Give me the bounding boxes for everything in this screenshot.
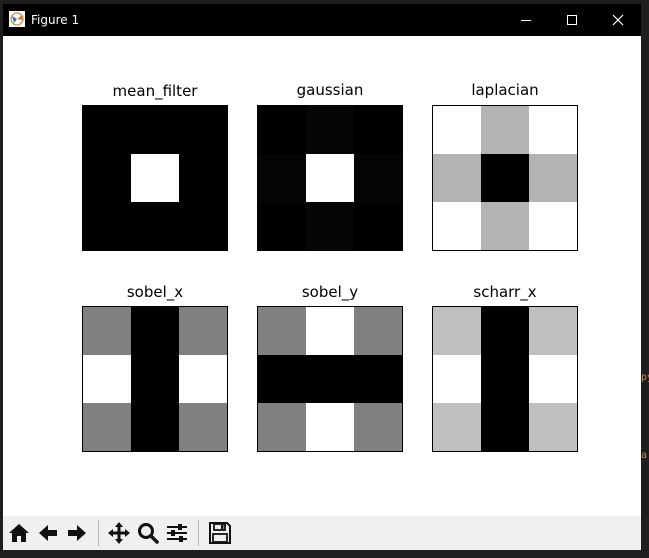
subplot-laplacian bbox=[432, 105, 578, 251]
title-bar[interactable]: Figure 1 bbox=[3, 4, 641, 36]
kernel-cell bbox=[529, 154, 577, 203]
subplot-sobel-y bbox=[257, 306, 403, 452]
kernel-cell bbox=[529, 202, 577, 250]
kernel-cell bbox=[131, 355, 180, 404]
kernel-cell bbox=[131, 154, 180, 203]
pan-icon[interactable] bbox=[105, 518, 133, 548]
kernel-cell bbox=[306, 355, 355, 404]
kernel-cell bbox=[83, 202, 132, 250]
kernel-cell bbox=[83, 403, 132, 451]
subplot-title-gaussian: gaussian bbox=[296, 81, 364, 99]
home-icon[interactable] bbox=[5, 518, 33, 548]
kernel-cell bbox=[258, 106, 307, 155]
toolbar-separator bbox=[198, 520, 199, 546]
kernel-cell bbox=[258, 307, 307, 356]
figure-window: Figure 1 mean_filter gaussian laplacian … bbox=[3, 4, 641, 550]
minimize-button[interactable] bbox=[503, 4, 549, 36]
kernel-cell bbox=[481, 154, 530, 203]
kernel-cell bbox=[529, 307, 577, 356]
kernel-cell bbox=[433, 106, 482, 155]
kernel-cell bbox=[83, 154, 132, 203]
kernel-cell bbox=[354, 154, 402, 203]
subplot-title-sobel-y: sobel_y bbox=[301, 283, 359, 301]
zoom-icon[interactable] bbox=[134, 518, 162, 548]
kernel-cell bbox=[179, 403, 227, 451]
kernel-cell bbox=[433, 154, 482, 203]
matplotlib-figure-icon bbox=[9, 11, 25, 27]
configure-subplots-icon[interactable] bbox=[163, 518, 191, 548]
kernel-cell bbox=[354, 202, 402, 250]
kernel-cell bbox=[179, 355, 227, 404]
kernel-cell bbox=[179, 202, 227, 250]
kernel-cell bbox=[258, 403, 307, 451]
subplot-title-sobel-x: sobel_x bbox=[126, 283, 184, 301]
subplot-gaussian bbox=[257, 105, 403, 251]
kernel-cell bbox=[179, 307, 227, 356]
kernel-cell bbox=[354, 307, 402, 356]
background-code-fragment: py bbox=[641, 372, 649, 383]
kernel-cell bbox=[258, 355, 307, 404]
subplot-scharr-x bbox=[432, 306, 578, 452]
kernel-cell bbox=[481, 355, 530, 404]
kernel-cell bbox=[306, 106, 355, 155]
subplot-mean-filter bbox=[82, 105, 228, 251]
figure-canvas[interactable]: mean_filter gaussian laplacian sobel_x s… bbox=[3, 36, 641, 516]
kernel-cell bbox=[306, 202, 355, 250]
subplot-title-mean-filter: mean_filter bbox=[112, 82, 198, 100]
kernel-cell bbox=[179, 154, 227, 203]
window-title: Figure 1 bbox=[31, 13, 80, 27]
kernel-cell bbox=[131, 202, 180, 250]
toolbar-separator bbox=[98, 520, 99, 546]
kernel-cell bbox=[131, 106, 180, 155]
maximize-button[interactable] bbox=[549, 4, 595, 36]
kernel-cell bbox=[258, 202, 307, 250]
kernel-cell bbox=[433, 202, 482, 250]
kernel-cell bbox=[354, 355, 402, 404]
kernel-cell bbox=[131, 403, 180, 451]
kernel-cell bbox=[306, 307, 355, 356]
navigation-toolbar bbox=[3, 516, 641, 550]
back-arrow-icon[interactable] bbox=[34, 518, 62, 548]
subplot-sobel-x bbox=[82, 306, 228, 452]
kernel-cell bbox=[354, 106, 402, 155]
kernel-cell bbox=[83, 355, 132, 404]
kernel-cell bbox=[529, 106, 577, 155]
kernel-cell bbox=[258, 154, 307, 203]
save-icon[interactable] bbox=[206, 518, 234, 548]
kernel-cell bbox=[529, 403, 577, 451]
kernel-cell bbox=[481, 403, 530, 451]
background-editor-strip: py a bbox=[641, 0, 649, 558]
subplot-title-laplacian: laplacian bbox=[471, 81, 539, 99]
kernel-cell bbox=[306, 154, 355, 203]
forward-arrow-icon[interactable] bbox=[63, 518, 91, 548]
kernel-cell bbox=[529, 355, 577, 404]
kernel-cell bbox=[481, 307, 530, 356]
kernel-cell bbox=[306, 403, 355, 451]
kernel-cell bbox=[481, 106, 530, 155]
background-code-fragment: a bbox=[641, 450, 648, 461]
close-button[interactable] bbox=[595, 4, 641, 36]
kernel-cell bbox=[354, 403, 402, 451]
kernel-cell bbox=[433, 355, 482, 404]
kernel-cell bbox=[131, 307, 180, 356]
kernel-cell bbox=[433, 403, 482, 451]
kernel-cell bbox=[83, 307, 132, 356]
kernel-cell bbox=[83, 106, 132, 155]
kernel-cell bbox=[433, 307, 482, 356]
subplot-title-scharr-x: scharr_x bbox=[473, 283, 537, 301]
kernel-cell bbox=[179, 106, 227, 155]
kernel-cell bbox=[481, 202, 530, 250]
